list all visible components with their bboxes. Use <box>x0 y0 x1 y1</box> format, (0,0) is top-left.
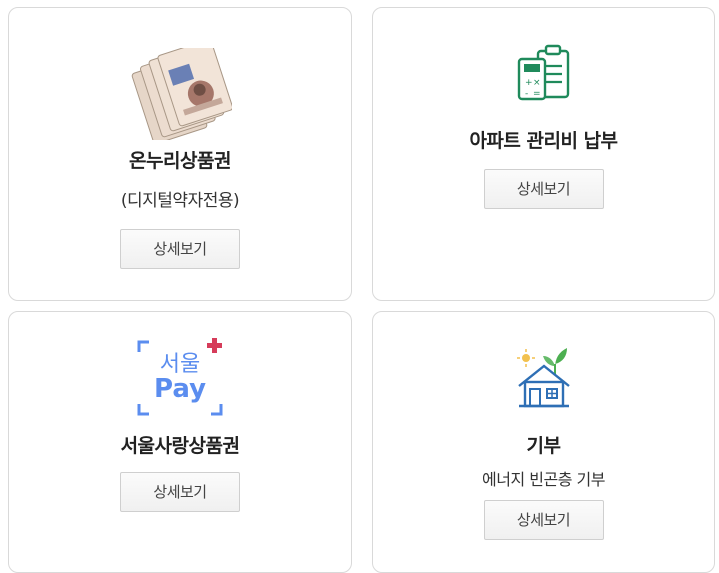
seoul-pay-logo: 서울 Pay <box>135 338 225 418</box>
card-donation: 기부 에너지 빈곤층 기부 상세보기 <box>372 311 715 573</box>
detail-button[interactable]: 상세보기 <box>483 500 604 540</box>
svg-text:=: = <box>533 89 541 99</box>
house-sprout-icon <box>516 348 570 408</box>
card-title: 아파트 관리비 납부 <box>469 130 618 152</box>
card-apartment-fee: + × - = 아파트 관리비 납부 상세보기 <box>372 7 715 301</box>
pay-logo-text: Pay <box>153 374 207 404</box>
svg-text:+: + <box>525 78 533 88</box>
card-title: 온누리상품권 <box>129 150 231 172</box>
banknotes-icon <box>131 48 232 140</box>
card-subtitle: 에너지 빈곤층 기부 <box>482 470 605 489</box>
svg-text:×: × <box>533 78 541 88</box>
card-subtitle: (디지털약자전용) <box>120 191 240 211</box>
card-onnuri-voucher: 온누리상품권 (디지털약자전용) 상세보기 <box>8 7 352 301</box>
card-title: 서울사랑상품권 <box>120 435 240 457</box>
detail-button[interactable]: 상세보기 <box>483 169 604 209</box>
detail-button[interactable]: 상세보기 <box>120 472 240 512</box>
detail-button[interactable]: 상세보기 <box>120 229 240 269</box>
calculator-clipboard-icon: + × - = <box>517 44 569 101</box>
svg-text:-: - <box>525 89 528 99</box>
card-title: 기부 <box>526 435 561 457</box>
card-seoul-voucher: 서울 Pay 서울사랑상품권 상세보기 <box>8 311 352 573</box>
